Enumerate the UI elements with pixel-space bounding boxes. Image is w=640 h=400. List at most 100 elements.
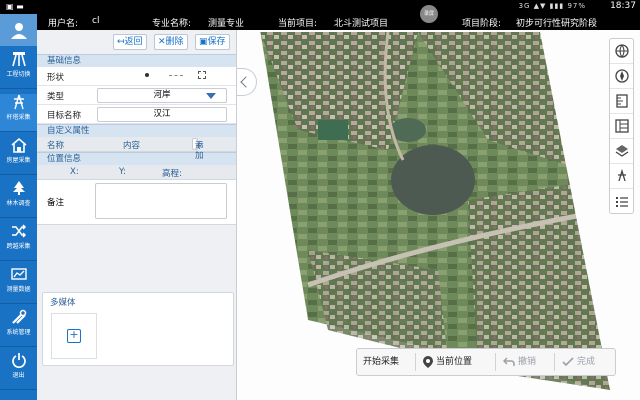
save-icon: ▣: [199, 37, 208, 47]
status-indicators: 3G ▲▼ ▮▮▮ 97%: [518, 2, 586, 10]
plus-icon: +: [67, 329, 81, 343]
position-coords-row: X: Y: 高程:: [37, 165, 236, 180]
undo-label: 撤销: [518, 357, 537, 367]
sidebar-item-house-collect[interactable]: 房屋采集: [0, 137, 37, 175]
memo-field[interactable]: [95, 183, 227, 219]
back-label: 返回: [124, 37, 143, 47]
divider: [554, 353, 555, 371]
column-header-name: 名称: [47, 141, 65, 151]
sidebar-item-tower-collect[interactable]: 杆塔采集: [0, 94, 37, 132]
tower-list-icon[interactable]: [610, 164, 633, 189]
sidebar-item-label: 退出: [12, 372, 25, 379]
type-value: 河岸: [153, 90, 171, 100]
layers-icon[interactable]: [610, 139, 633, 164]
compass-icon[interactable]: [610, 64, 633, 89]
attribute-form-panel: ↤返回 ✕删除 ▣保存 基础信息 形状 类型 河岸 目标名称 汉江 自定义属性 …: [37, 30, 237, 400]
undo-icon: [502, 356, 515, 366]
stage-value: 初步可行性研究阶段: [516, 19, 598, 29]
point-shape-icon[interactable]: [145, 73, 149, 77]
form-toolbar: ↤返回 ✕删除 ▣保存: [37, 30, 236, 54]
map-view[interactable]: [238, 30, 640, 400]
target-name-field[interactable]: 汉江: [97, 107, 227, 122]
column-header-content: 内容: [123, 141, 141, 151]
screen-record-button[interactable]: 录屏: [420, 5, 438, 23]
sidebar-item-label: 房屋采集: [6, 157, 31, 164]
target-name-value: 汉江: [153, 109, 171, 119]
delete-label: 删除: [165, 37, 184, 47]
measure-data-icon: [10, 268, 27, 280]
user-value: cl: [92, 16, 100, 26]
sidebar-item-label: 系统管理: [6, 329, 31, 336]
type-row: 类型 河岸: [37, 86, 236, 105]
sidebar-item-measure-data[interactable]: 测量数据: [0, 266, 37, 304]
back-button[interactable]: ↤返回: [113, 34, 147, 50]
avatar[interactable]: [0, 14, 37, 46]
aerial-imagery: [238, 30, 640, 400]
back-arrow-icon: ↤: [117, 37, 125, 47]
add-label: 添加: [195, 141, 204, 161]
multimedia-header: 多媒体: [50, 298, 76, 308]
screenshot-icon: ▣ ▬: [6, 2, 24, 11]
save-label: 保存: [207, 37, 226, 47]
shape-label: 形状: [47, 73, 65, 83]
power-icon: [11, 353, 26, 368]
custom-attrs-header: 自定义属性: [37, 124, 236, 137]
undo-button[interactable]: 撤销: [502, 349, 537, 375]
start-collect-label: 开始采集: [363, 357, 400, 367]
sidebar-item-label: 工程切换: [6, 71, 31, 78]
y-label: Y:: [119, 167, 126, 177]
done-button[interactable]: 完成: [562, 349, 595, 375]
add-attribute-button[interactable]: + 添加: [192, 138, 204, 161]
memo-row: 备注: [37, 180, 236, 225]
sidebar-item-label: 杆塔采集: [6, 114, 31, 121]
current-location-button[interactable]: 当前位置: [423, 349, 472, 375]
multimedia-section: 多媒体 +: [42, 292, 234, 366]
sidebar-item-system-manage[interactable]: 系统管理: [0, 309, 37, 347]
type-select[interactable]: 河岸: [97, 88, 227, 103]
clock: 18:37: [610, 1, 636, 11]
major-value: 测量专业: [208, 19, 245, 29]
shape-row: 形状: [37, 67, 236, 86]
crossing-icon: [11, 224, 26, 238]
chevron-down-icon: [206, 93, 216, 99]
major-label: 专业名称:: [152, 19, 192, 29]
delete-button[interactable]: ✕删除: [154, 34, 188, 50]
elevation-label: 高程:: [162, 169, 182, 179]
type-label: 类型: [47, 92, 65, 102]
sidebar-item-tree-survey[interactable]: 林木调查: [0, 180, 37, 218]
x-label: X:: [70, 167, 79, 177]
divider: [495, 353, 496, 371]
position-info-header: 位置信息: [37, 152, 236, 165]
tree-icon: [12, 181, 25, 195]
divider: [415, 353, 416, 371]
custom-attrs-columns: 名称 内容 + 添加: [37, 137, 236, 161]
location-pin-icon: [423, 355, 433, 368]
sidebar-item-label: 林木调查: [6, 200, 31, 207]
save-button[interactable]: ▣保存: [195, 34, 230, 50]
globe-icon[interactable]: [610, 39, 633, 64]
house-icon: [10, 137, 27, 153]
user-label: 用户名:: [48, 19, 79, 29]
tower-icon: [13, 94, 24, 110]
user-icon: [10, 23, 27, 39]
layout-icon[interactable]: [610, 114, 633, 139]
project-info-bar: 用户名: cl 专业名称: 测量专业 当前项目: 北斗测试项目 项目阶段: 初步…: [0, 14, 640, 30]
map-toolbar: [609, 38, 634, 214]
collect-toolbar: 开始采集 当前位置 撤销 完成: [356, 348, 616, 376]
ruler-icon[interactable]: [610, 89, 633, 114]
basic-info-header: 基础信息: [37, 54, 236, 67]
memo-label: 备注: [47, 198, 65, 208]
start-collect-button[interactable]: 开始采集: [363, 349, 399, 375]
sidebar-item-exit[interactable]: 退出: [0, 352, 37, 390]
polygon-shape-icon[interactable]: [198, 71, 206, 79]
tools-icon: [11, 309, 26, 324]
sidebar-item-crossing-collect[interactable]: 跨越采集: [0, 223, 37, 261]
project-label: 当前项目:: [278, 19, 318, 29]
add-media-button[interactable]: +: [51, 313, 97, 359]
line-shape-icon[interactable]: [169, 75, 183, 76]
survey-tripod-icon: [11, 52, 26, 67]
target-name-label: 目标名称: [47, 111, 82, 121]
stage-label: 项目阶段:: [462, 19, 502, 29]
list-icon[interactable]: [610, 189, 633, 214]
sidebar-item-project-switch[interactable]: 工程切换: [0, 51, 37, 89]
